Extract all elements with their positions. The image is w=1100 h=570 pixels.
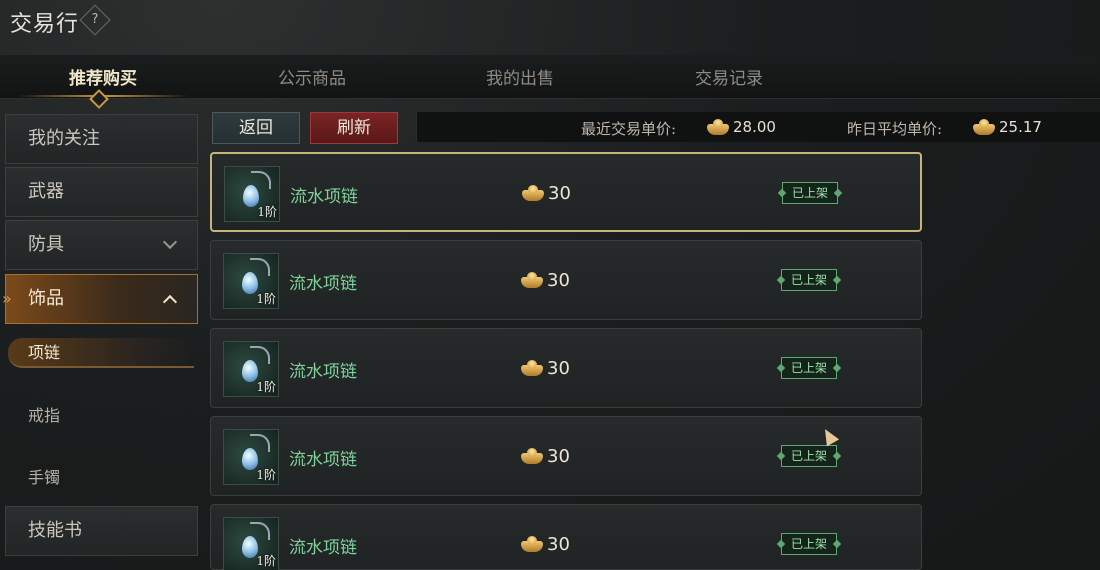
sidebar-subitem-bracelet[interactable]: 手镯 [28, 464, 60, 488]
necklace-icon: 1阶 [223, 253, 279, 309]
listing-row[interactable]: 1阶 流水项链 30 已上架 [210, 328, 922, 408]
tab-public[interactable]: 公示商品 [217, 55, 407, 99]
tier-label: 1阶 [256, 380, 276, 394]
item-price: 30 [547, 534, 570, 555]
tab-bar: 推荐购买 公示商品 我的出售 交易记录 [0, 55, 1100, 109]
sidebar-item-label: 防具 [28, 234, 64, 255]
refresh-button[interactable]: 刷新 [310, 112, 398, 144]
necklace-icon: 1阶 [224, 166, 280, 222]
status-badge: 已上架 [781, 533, 837, 555]
help-glyph: ? [91, 12, 99, 27]
item-name: 流水项链 [289, 274, 357, 294]
tier-label: 1阶 [257, 205, 277, 219]
sidebar-item-label: 技能书 [28, 520, 82, 541]
sidebar-subitem-ring[interactable]: 戒指 [28, 402, 60, 426]
sidebar-item-weapons[interactable]: 武器 [5, 167, 198, 217]
category-sidebar: 我的关注 武器 防具 » 饰品 项链 戒指 手镯 技能书 [0, 108, 200, 570]
sidebar-item-label: 我的关注 [28, 128, 100, 149]
gold-ingot-icon [707, 119, 729, 135]
sidebar-item-skill-books[interactable]: 技能书 [5, 506, 198, 556]
sidebar-item-label: 饰品 [28, 288, 64, 309]
page-title: 交易行 [10, 12, 80, 37]
gold-ingot-icon [522, 185, 544, 201]
listing-row[interactable]: 1阶 流水项链 30 已上架 [210, 152, 922, 232]
tier-label: 1阶 [256, 468, 276, 482]
item-name: 流水项链 [289, 362, 357, 382]
tab-history[interactable]: 交易记录 [634, 55, 824, 99]
listing-row[interactable]: 1阶 流水项链 30 已上架 [210, 240, 922, 320]
item-price: 30 [547, 270, 570, 291]
listing-row[interactable]: 1阶 流水项链 30 已上架 [210, 416, 922, 496]
chevron-up-icon [162, 294, 178, 310]
sidebar-subitem-necklace[interactable]: 项链 [8, 338, 194, 368]
item-price: 30 [547, 446, 570, 467]
gold-ingot-icon [521, 272, 543, 288]
sidebar-item-armor[interactable]: 防具 [5, 220, 198, 270]
tier-label: 1阶 [256, 554, 276, 568]
title-bar: 交易行 ? [0, 0, 1100, 52]
status-badge: 已上架 [781, 269, 837, 291]
item-name: 流水项链 [289, 538, 357, 558]
necklace-icon: 1阶 [223, 517, 279, 570]
item-price: 30 [548, 183, 571, 204]
selected-arrow-icon: » [2, 289, 12, 308]
tab-my-sales[interactable]: 我的出售 [425, 55, 615, 99]
necklace-icon: 1阶 [223, 429, 279, 485]
gold-ingot-icon [521, 360, 543, 376]
status-badge: 已上架 [782, 182, 838, 204]
sidebar-item-accessories[interactable]: » 饰品 [2, 274, 198, 324]
recent-price-label: 最近交易单价: [581, 120, 677, 138]
status-badge: 已上架 [781, 445, 837, 467]
status-badge: 已上架 [781, 357, 837, 379]
item-name: 流水项链 [290, 187, 358, 207]
help-icon[interactable]: ? [79, 4, 111, 36]
item-price: 30 [547, 358, 570, 379]
necklace-icon: 1阶 [223, 341, 279, 397]
sidebar-item-watchlist[interactable]: 我的关注 [5, 114, 198, 164]
tier-label: 1阶 [256, 292, 276, 306]
back-button[interactable]: 返回 [212, 112, 300, 144]
avg-price-value: 25.17 [999, 118, 1042, 136]
item-name: 流水项链 [289, 450, 357, 470]
price-info-bar: 最近交易单价: 28.00 昨日平均单价: 25.17 [416, 112, 1100, 142]
gold-ingot-icon [973, 119, 995, 135]
listing-row[interactable]: 1阶 流水项链 30 已上架 [210, 504, 922, 570]
sidebar-item-label: 武器 [28, 181, 64, 202]
avg-price-label: 昨日平均单价: [847, 120, 943, 138]
gold-ingot-icon [521, 536, 543, 552]
gold-ingot-icon [521, 448, 543, 464]
recent-price-value: 28.00 [733, 118, 776, 136]
chevron-down-icon [162, 234, 178, 250]
